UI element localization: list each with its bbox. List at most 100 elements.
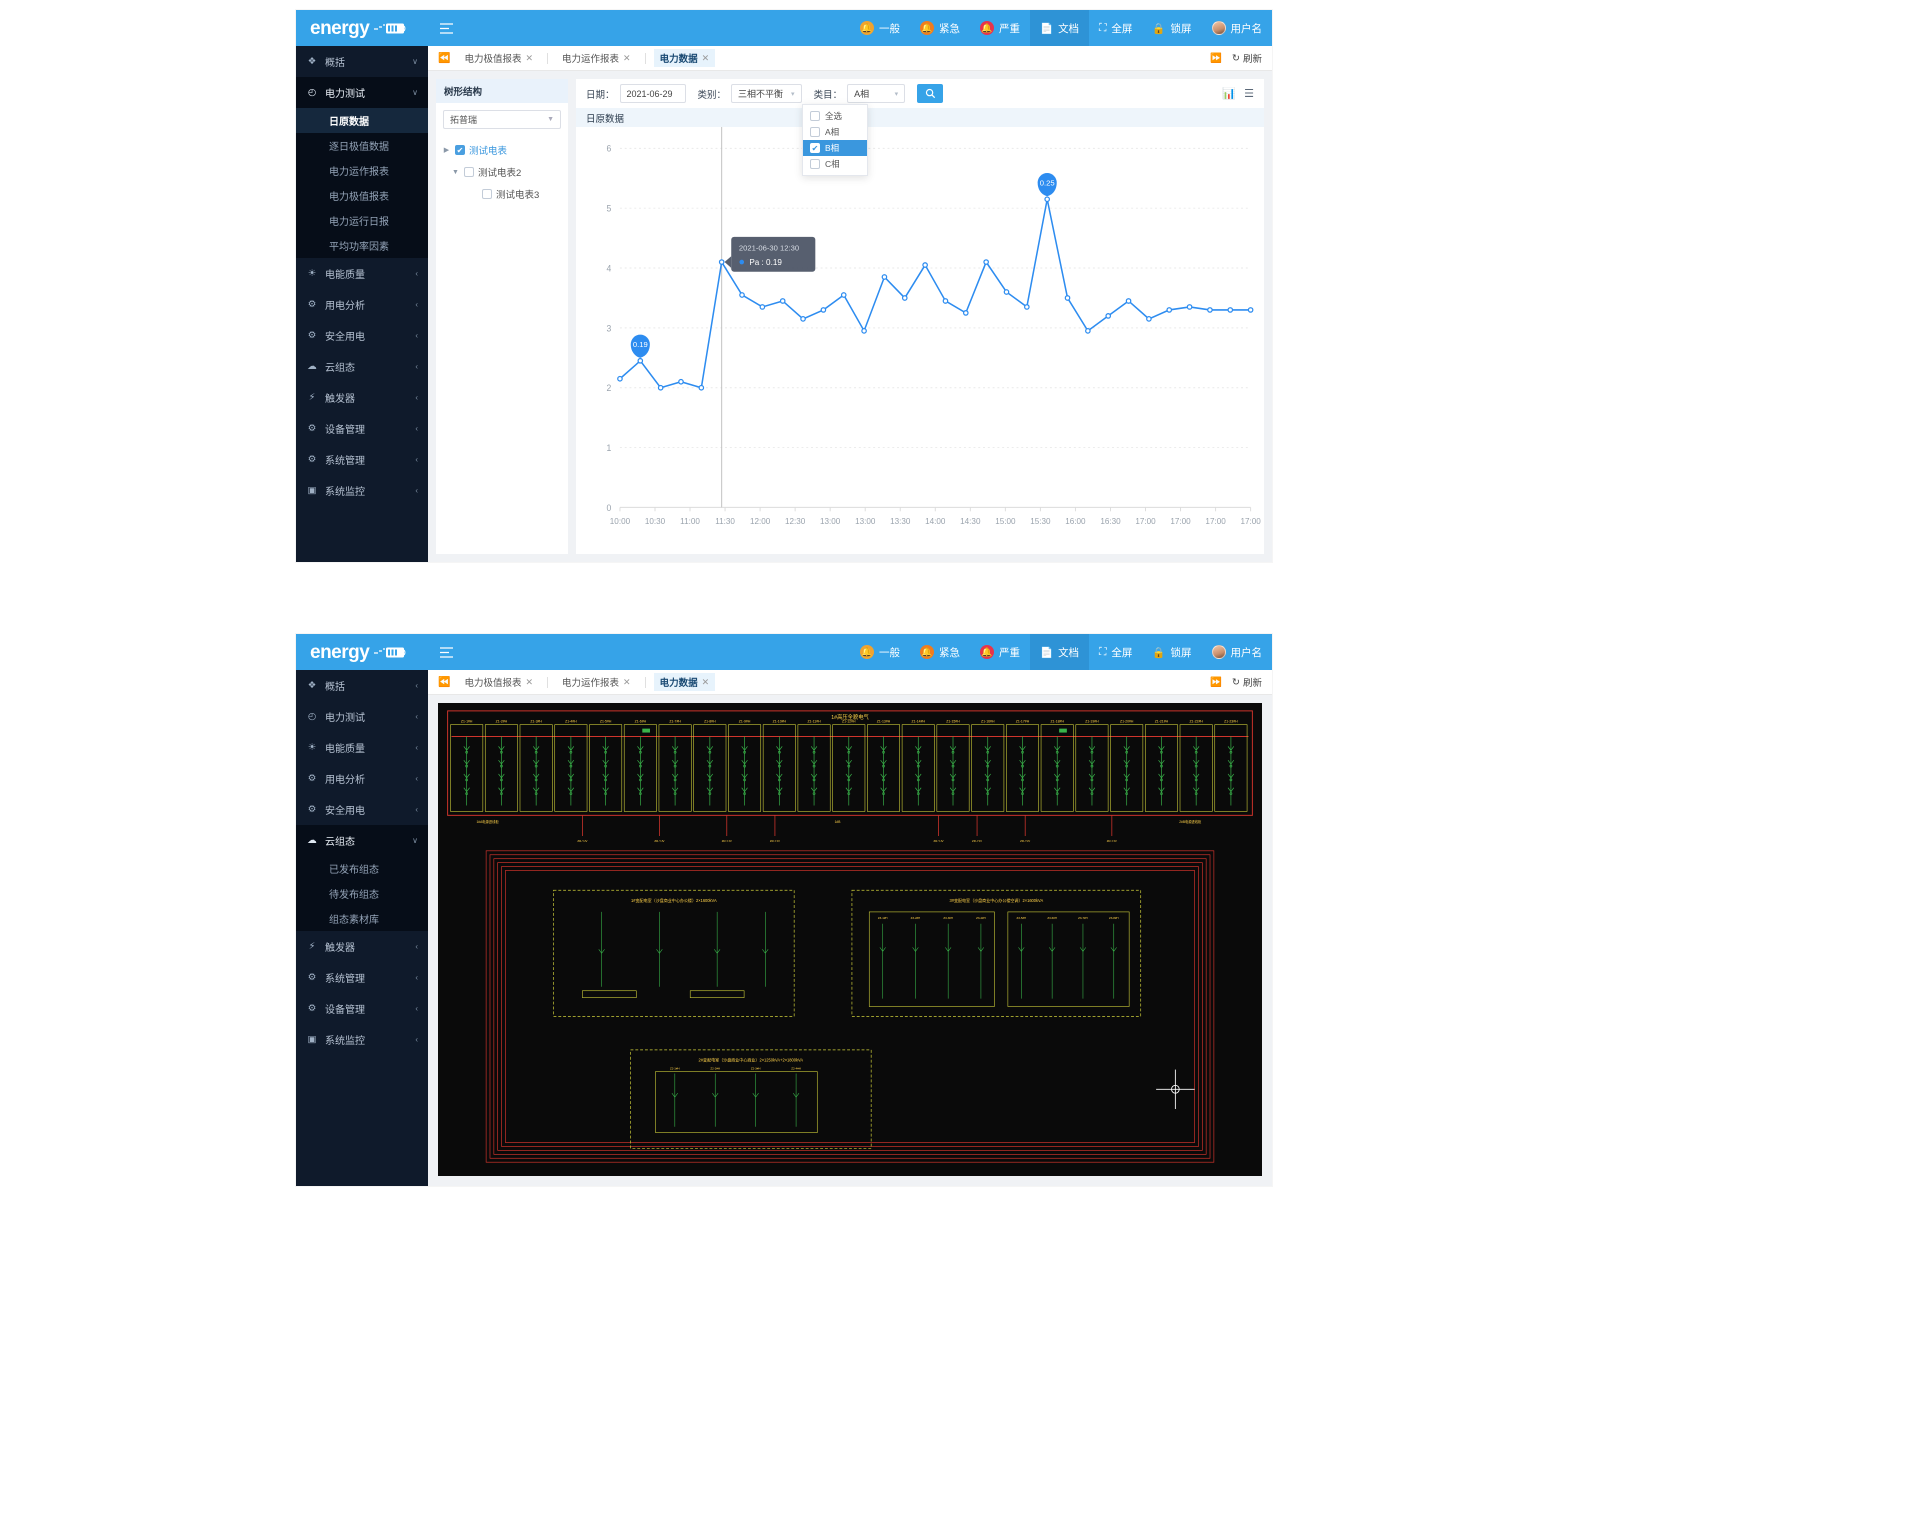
tab-label: 电力数据 xyxy=(660,675,698,689)
chart-title: 日原数据 xyxy=(586,111,624,125)
sidebar-item-8[interactable]: ⚙系统管理‹ xyxy=(296,444,428,475)
sidebar-subitem-1-0[interactable]: 日原数据 xyxy=(296,108,428,133)
refresh-label: 刷新 xyxy=(1243,675,1262,689)
sidebar-item-7[interactable]: ⚙系统管理‹ xyxy=(296,962,428,993)
sidebar-item-4[interactable]: ⚙安全用电‹ xyxy=(296,794,428,825)
alert-critical-button[interactable]: 🔔 严重 xyxy=(970,634,1030,670)
close-icon[interactable]: ✕ xyxy=(702,53,710,64)
lock-icon: 🔒 xyxy=(1152,646,1165,659)
alert-urgent-button[interactable]: 🔔 紧急 xyxy=(910,10,970,46)
sidebar-item-9[interactable]: ▣系统监控‹ xyxy=(296,475,428,506)
dropdown-option-checkbox[interactable] xyxy=(810,127,820,137)
sidebar-item-0[interactable]: ❖概括∨ xyxy=(296,46,428,77)
collapse-left-icon[interactable]: ⏪ xyxy=(438,53,450,64)
refresh-button[interactable]: ↻ 刷新 xyxy=(1232,675,1262,689)
collapse-left-icon[interactable]: ⏪ xyxy=(438,677,450,688)
dropdown-option-checkbox[interactable]: ✔ xyxy=(810,143,820,153)
menu-toggle-button[interactable] xyxy=(440,23,453,34)
bar-chart-icon[interactable]: 📊 xyxy=(1222,87,1236,100)
sidebar-subitem-1-2[interactable]: 电力运作报表 xyxy=(296,158,428,183)
sidebar-item-8[interactable]: ⚙设备管理‹ xyxy=(296,993,428,1024)
sidebar-item-6[interactable]: ⚡触发器‹ xyxy=(296,931,428,962)
dropdown-option-checkbox[interactable] xyxy=(810,159,820,169)
date-input[interactable]: 2021-06-29 xyxy=(620,84,686,103)
menu-toggle-button[interactable] xyxy=(440,647,453,658)
close-icon[interactable]: ✕ xyxy=(525,677,533,688)
tab-power-data[interactable]: 电力数据 ✕ xyxy=(654,673,716,691)
sidebar-subitem-5-2[interactable]: 组态素材库 xyxy=(296,906,428,931)
sidebar-subitem-1-4[interactable]: 电力运行日报 xyxy=(296,208,428,233)
alert-general-button[interactable]: 🔔 一般 xyxy=(850,10,910,46)
tab-power-extreme-report[interactable]: 电力极值报表 ✕ xyxy=(458,49,539,67)
sidebar-subitem-5-1[interactable]: 待发布组态 xyxy=(296,881,428,906)
sidebar-item-4[interactable]: ⚙安全用电‹ xyxy=(296,320,428,351)
refresh-button[interactable]: ↻ 刷新 xyxy=(1232,51,1262,65)
dropdown-option-0[interactable]: 全选 xyxy=(803,108,867,124)
docs-button[interactable]: 📄 文档 xyxy=(1030,634,1089,670)
search-button[interactable] xyxy=(917,84,943,103)
fullscreen-button[interactable]: ⛶ 全屏 xyxy=(1089,10,1142,46)
list-icon[interactable]: ☰ xyxy=(1244,87,1254,100)
svg-text:Z1-11#H: Z1-11#H xyxy=(807,720,821,724)
close-icon[interactable]: ✕ xyxy=(623,53,631,64)
svg-text:17:00: 17:00 xyxy=(1240,517,1261,526)
alert-critical-button[interactable]: 🔔 严重 xyxy=(970,10,1030,46)
dropdown-option-3[interactable]: C相 xyxy=(803,156,867,172)
sidebar-subitem-1-3[interactable]: 电力极值报表 xyxy=(296,183,428,208)
sidebar-item-7[interactable]: ⚙设备管理‹ xyxy=(296,413,428,444)
line-chart[interactable]: 012345610:0010:3011:0011:3012:0012:3013:… xyxy=(576,127,1264,554)
sidebar-item-5[interactable]: ☁云组态∨ xyxy=(296,825,428,856)
tabs-forward-icon[interactable]: ⏩ xyxy=(1210,53,1222,64)
tree-node-2[interactable]: 测试电表3 xyxy=(442,183,562,205)
tab-power-data[interactable]: 电力数据 ✕ xyxy=(654,49,716,67)
dropdown-option-1[interactable]: A相 xyxy=(803,124,867,140)
sidebar-item-1[interactable]: ◴电力测试∨ xyxy=(296,77,428,108)
item-select[interactable]: A相 ▾ xyxy=(847,84,905,103)
dropdown-option-checkbox[interactable] xyxy=(810,111,820,121)
sidebar-subitem-5-0[interactable]: 已发布组态 xyxy=(296,856,428,881)
fullscreen-button[interactable]: ⛶ 全屏 xyxy=(1089,634,1142,670)
tree-node-1[interactable]: ▼测试电表2 xyxy=(442,161,562,183)
alert-urgent-button[interactable]: 🔔 紧急 xyxy=(910,634,970,670)
sidebar-item-0[interactable]: ❖概括‹ xyxy=(296,670,428,701)
sidebar-item-9[interactable]: ▣系统监控‹ xyxy=(296,1024,428,1055)
tabs-forward-icon[interactable]: ⏩ xyxy=(1210,677,1222,688)
sidebar-subitem-label: 逐日极值数据 xyxy=(329,138,389,153)
user-menu-button[interactable]: 用户名 xyxy=(1202,10,1273,46)
docs-button[interactable]: 📄 文档 xyxy=(1030,10,1089,46)
tree-node-checkbox[interactable] xyxy=(464,167,474,177)
sidebar-item-2[interactable]: ☀电能质量‹ xyxy=(296,258,428,289)
sld-canvas[interactable]: 1#高压全貌电气Z1-1#HZ1-2#HZ1-3#HZ1-4#HZ1-5#HZ1… xyxy=(438,703,1262,1176)
alert-general-button[interactable]: 🔔 一般 xyxy=(850,634,910,670)
lockscreen-button[interactable]: 🔒 锁屏 xyxy=(1142,634,1201,670)
sidebar-subitem-1-5[interactable]: 平均功率因素 xyxy=(296,233,428,258)
tab-power-extreme-report[interactable]: 电力极值报表 ✕ xyxy=(458,673,539,691)
tree-node-checkbox[interactable] xyxy=(482,189,492,199)
sidebar-item-2[interactable]: ☀电能质量‹ xyxy=(296,732,428,763)
tree-project-select[interactable]: 拓普瑞 ▼ xyxy=(443,110,561,129)
svg-text:Z1-19#H: Z1-19#H xyxy=(1085,720,1099,724)
docs-label: 文档 xyxy=(1058,21,1079,36)
user-menu-button[interactable]: 用户名 xyxy=(1202,634,1273,670)
close-icon[interactable]: ✕ xyxy=(525,53,533,64)
sidebar-subitem-1-1[interactable]: 逐日极值数据 xyxy=(296,133,428,158)
category-select[interactable]: 三相不平衡 ▾ xyxy=(731,84,802,103)
sidebar-item-1[interactable]: ◴电力测试‹ xyxy=(296,701,428,732)
chevron-left-icon: ‹ xyxy=(415,973,418,982)
sidebar-item-6[interactable]: ⚡触发器‹ xyxy=(296,382,428,413)
analysis-icon: ⚙ xyxy=(306,299,318,310)
tree-node-0[interactable]: ▶✔测试电表 xyxy=(442,139,562,161)
item-select-dropdown[interactable]: 全选A相✔B相C相 xyxy=(802,104,868,176)
tab-power-operation-report[interactable]: 电力运作报表 ✕ xyxy=(556,673,637,691)
sidebar-item-3[interactable]: ⚙用电分析‹ xyxy=(296,289,428,320)
tree-node-checkbox[interactable]: ✔ xyxy=(455,145,465,155)
tab-power-operation-report[interactable]: 电力运作报表 ✕ xyxy=(556,49,637,67)
close-icon[interactable]: ✕ xyxy=(623,677,631,688)
sidebar-item-3[interactable]: ⚙用电分析‹ xyxy=(296,763,428,794)
dropdown-option-2[interactable]: ✔B相 xyxy=(803,140,867,156)
sidebar-item-5[interactable]: ☁云组态‹ xyxy=(296,351,428,382)
close-icon[interactable]: ✕ xyxy=(702,677,710,688)
lockscreen-button[interactable]: 🔒 锁屏 xyxy=(1142,10,1201,46)
caret-down-icon[interactable]: ▼ xyxy=(451,169,460,176)
caret-right-icon[interactable]: ▶ xyxy=(442,146,451,154)
